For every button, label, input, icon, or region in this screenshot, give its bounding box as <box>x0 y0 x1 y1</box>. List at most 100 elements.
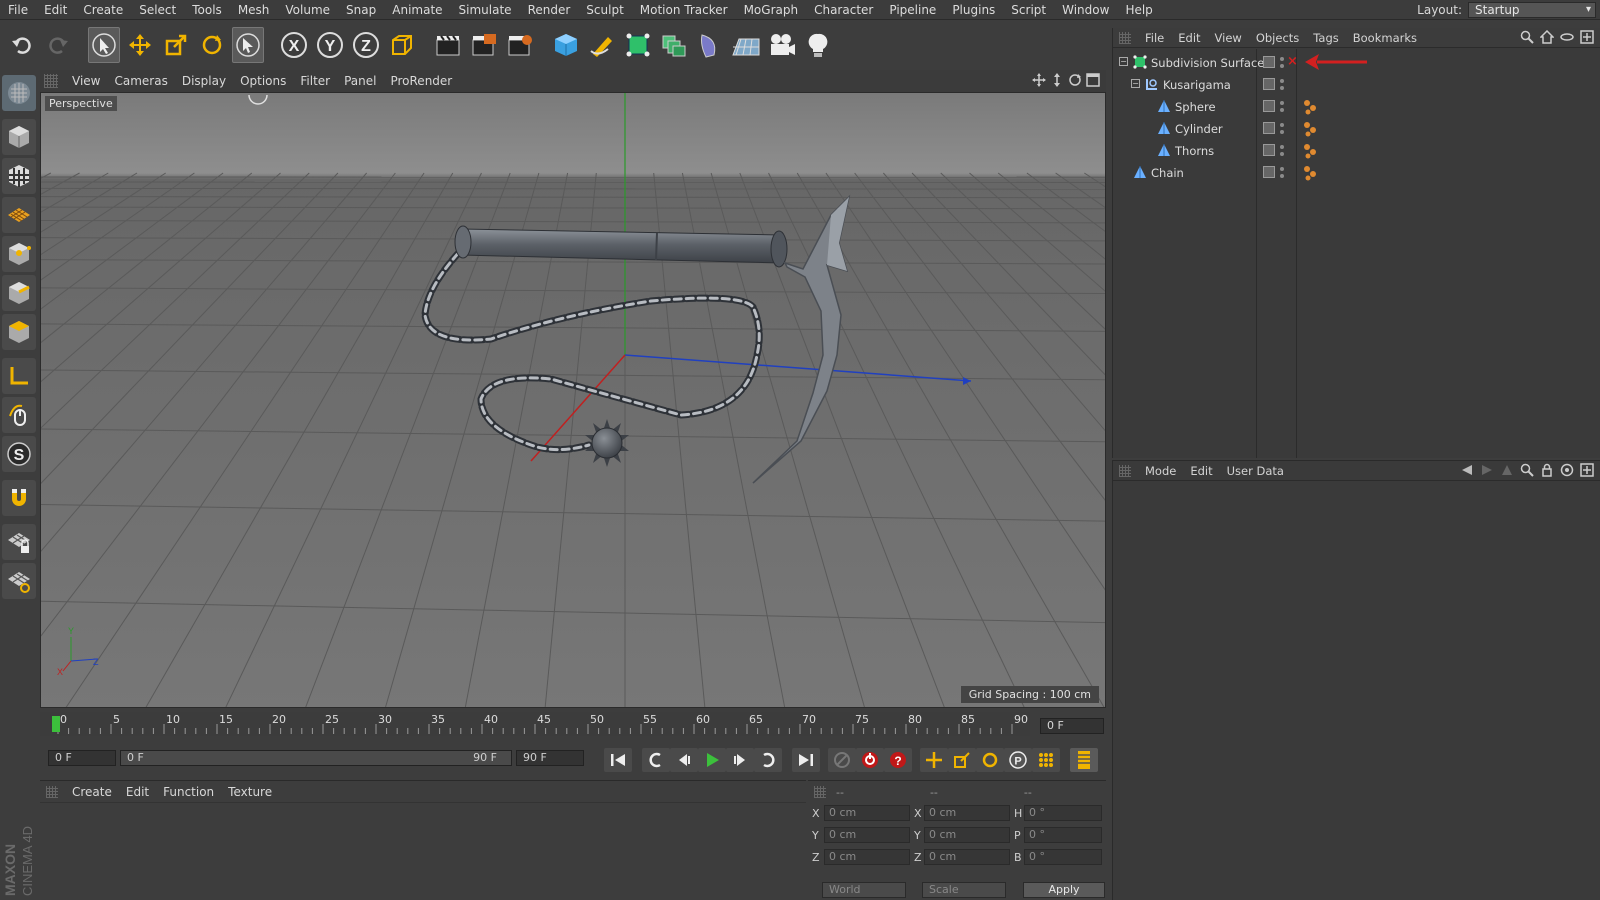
up-arrow-icon[interactable] <box>1500 463 1514 477</box>
next-keyframe-icon[interactable] <box>754 748 782 772</box>
om-menu-view[interactable]: View <box>1215 31 1242 45</box>
select-icon[interactable] <box>232 27 264 63</box>
panel-grip-icon[interactable] <box>46 785 58 798</box>
menu-tools[interactable]: Tools <box>184 3 230 17</box>
menu-sculpt[interactable]: Sculpt <box>578 3 631 17</box>
previous-keyframe-icon[interactable] <box>642 748 670 772</box>
menu-volume[interactable]: Volume <box>277 3 338 17</box>
menu-edit[interactable]: Edit <box>36 3 75 17</box>
menu-motion-tracker[interactable]: Motion Tracker <box>632 3 736 17</box>
viewport-camera-label[interactable]: Perspective <box>45 96 117 111</box>
disabled-check-icon[interactable]: × <box>1287 54 1298 69</box>
rotation-p-field[interactable]: 0 ° <box>1024 827 1102 843</box>
am-menu-user-data[interactable]: User Data <box>1227 464 1284 478</box>
menu-pipeline[interactable]: Pipeline <box>881 3 944 17</box>
current-frame-field[interactable]: 0 F <box>1040 718 1104 734</box>
om-menu-tags[interactable]: Tags <box>1313 31 1338 45</box>
render-picture-viewer-icon[interactable] <box>468 27 500 63</box>
layer-color-swatch[interactable] <box>1263 78 1275 90</box>
material-menu-create[interactable]: Create <box>72 785 112 799</box>
panel-grip-icon[interactable] <box>1119 464 1131 477</box>
object-row[interactable]: Sphere <box>1113 96 1600 118</box>
redo-icon[interactable] <box>42 27 74 63</box>
perspective-viewport[interactable]: Y Z X Perspective Grid Spacing : 100 cm <box>40 92 1106 708</box>
object-name[interactable]: Chain <box>1151 166 1184 180</box>
subdivision-surface-icon[interactable] <box>622 27 654 63</box>
layer-color-swatch[interactable] <box>1263 100 1275 112</box>
object-name[interactable]: Sphere <box>1175 100 1216 114</box>
size-x-field[interactable]: 0 cm <box>924 805 1010 821</box>
material-menu-texture[interactable]: Texture <box>228 785 272 799</box>
viewport-menu-prorender[interactable]: ProRender <box>390 74 452 88</box>
axis-mode-icon[interactable] <box>2 358 36 394</box>
viewport-maximize-icon[interactable] <box>1086 73 1100 87</box>
object-name[interactable]: Kusarigama <box>1163 78 1231 92</box>
rotate-icon[interactable] <box>196 27 228 63</box>
coordinate-system-icon[interactable] <box>386 27 418 63</box>
key-rotation-icon[interactable] <box>976 748 1004 772</box>
menu-script[interactable]: Script <box>1003 3 1054 17</box>
viewport-zoom-icon[interactable] <box>1050 73 1064 87</box>
menu-mesh[interactable]: Mesh <box>230 3 278 17</box>
floor-icon[interactable] <box>730 27 762 63</box>
visibility-dots-icon[interactable] <box>1279 143 1285 159</box>
previous-frame-icon[interactable] <box>670 748 698 772</box>
render-view-icon[interactable] <box>432 27 464 63</box>
position-y-field[interactable]: 0 cm <box>824 827 910 843</box>
om-menu-objects[interactable]: Objects <box>1256 31 1299 45</box>
visibility-dots-icon[interactable] <box>1279 99 1285 115</box>
viewport-menu-filter[interactable]: Filter <box>300 74 330 88</box>
phong-tag-icon[interactable] <box>1303 99 1317 115</box>
undo-icon[interactable] <box>6 27 38 63</box>
autokey-icon[interactable]: ? <box>884 748 912 772</box>
size-y-field[interactable]: 0 cm <box>924 827 1010 843</box>
key-point-level-icon[interactable] <box>1032 748 1060 772</box>
object-name[interactable]: Subdivision Surface <box>1151 56 1264 70</box>
home-icon[interactable] <box>1540 30 1554 44</box>
rotation-h-field[interactable]: 0 ° <box>1024 805 1102 821</box>
panel-grip-icon[interactable] <box>44 74 58 88</box>
viewport-menu-panel[interactable]: Panel <box>344 74 376 88</box>
render-settings-icon[interactable] <box>504 27 536 63</box>
frame-range-slider[interactable]: 0 F 90 F <box>120 750 512 766</box>
workplane-lock-icon[interactable] <box>2 524 36 560</box>
menu-plugins[interactable]: Plugins <box>944 3 1003 17</box>
menu-help[interactable]: Help <box>1117 3 1160 17</box>
object-row[interactable]: − Kusarigama <box>1113 74 1600 96</box>
menu-render[interactable]: Render <box>520 3 579 17</box>
menu-create[interactable]: Create <box>75 3 131 17</box>
viewport-menu-options[interactable]: Options <box>240 74 286 88</box>
polygons-mode-icon[interactable] <box>2 314 36 350</box>
new-panel-icon[interactable] <box>1580 463 1594 477</box>
panel-grip-icon[interactable] <box>814 786 826 798</box>
record-disabled-icon[interactable] <box>828 748 856 772</box>
object-row[interactable]: Cylinder <box>1113 118 1600 140</box>
am-menu-edit[interactable]: Edit <box>1190 464 1212 478</box>
workplane-mode-icon[interactable] <box>2 197 36 233</box>
new-panel-icon[interactable] <box>1580 30 1594 44</box>
texture-mode-icon[interactable] <box>2 158 36 194</box>
menu-simulate[interactable]: Simulate <box>451 3 520 17</box>
rotation-b-field[interactable]: 0 ° <box>1024 849 1102 865</box>
om-menu-bookmarks[interactable]: Bookmarks <box>1353 31 1417 45</box>
om-menu-edit[interactable]: Edit <box>1178 31 1200 45</box>
search-icon[interactable] <box>1520 30 1534 44</box>
visibility-toggle-icon[interactable] <box>1560 30 1574 44</box>
key-position-icon[interactable] <box>920 748 948 772</box>
object-row[interactable]: Chain <box>1113 162 1600 184</box>
object-name[interactable]: Cylinder <box>1175 122 1223 136</box>
cube-primitive-icon[interactable] <box>550 27 582 63</box>
record-active-icon[interactable] <box>856 748 884 772</box>
layer-color-swatch[interactable] <box>1263 144 1275 156</box>
array-cloner-icon[interactable] <box>658 27 690 63</box>
visibility-dots-icon[interactable] <box>1279 121 1285 137</box>
edges-mode-icon[interactable] <box>2 275 36 311</box>
viewport-menu-cameras[interactable]: Cameras <box>114 74 167 88</box>
material-menu-function[interactable]: Function <box>163 785 214 799</box>
am-menu-mode[interactable]: Mode <box>1145 464 1176 478</box>
target-icon[interactable] <box>1560 463 1574 477</box>
panel-grip-icon[interactable] <box>1119 31 1131 44</box>
menu-select[interactable]: Select <box>131 3 184 17</box>
lock-icon[interactable] <box>1540 463 1554 477</box>
layout-dropdown[interactable]: Startup <box>1468 2 1596 18</box>
